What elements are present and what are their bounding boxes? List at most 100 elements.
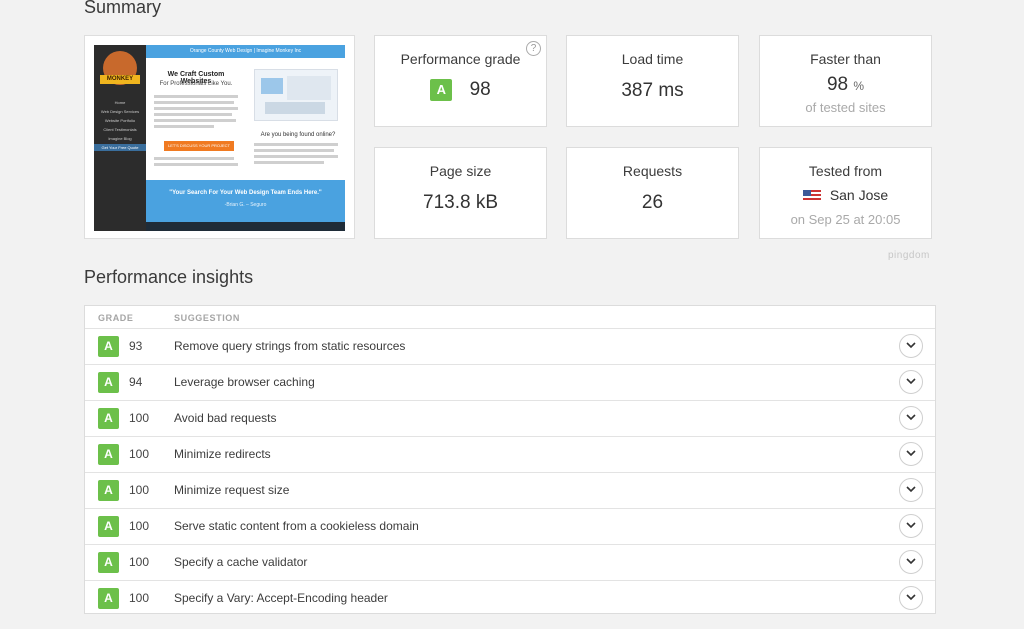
expand-chevron-icon[interactable]	[899, 586, 923, 610]
thumbnail-nav-item: Imagine Blog	[108, 136, 132, 141]
row-score: 100	[129, 555, 150, 569]
thumbnail-text-line	[154, 113, 232, 116]
performance-grade-score: 98	[469, 79, 491, 100]
thumbnail-subheading: For Professionals Like You.	[159, 81, 233, 87]
row-suggestion: Minimize request size	[174, 483, 290, 497]
performance-grade-value-row: A 98	[375, 79, 546, 101]
load-time-label: Load time	[621, 51, 684, 67]
tested-from-date: on Sep 25 at 20:05	[790, 212, 901, 227]
expand-chevron-icon[interactable]	[899, 478, 923, 502]
grade-column-header: GRADE	[98, 313, 134, 323]
tested-from-location: San Jose	[829, 187, 889, 203]
expand-chevron-icon[interactable]	[899, 550, 923, 574]
thumbnail-text-line	[154, 107, 238, 110]
summary-heading: Summary	[84, 0, 162, 17]
row-score: 94	[129, 375, 143, 389]
mockup-block	[287, 76, 331, 100]
faster-than-value-row: 98 %	[760, 74, 931, 96]
thumbnail-device-mockup	[254, 69, 338, 121]
thumbnail-logo-text: MONKEY	[100, 75, 140, 84]
thumbnail-text-line	[154, 101, 234, 104]
faster-than-card: Faster than 98 % of tested sites	[759, 35, 932, 127]
performance-grade-card: ? Performance grade A 98	[374, 35, 547, 127]
grade-badge: A	[98, 516, 119, 537]
thumbnail-quote-author: -Brian G. – Seguro	[224, 202, 267, 208]
grade-badge: A	[98, 408, 119, 429]
table-row[interactable]: A 94 Leverage browser caching	[85, 364, 935, 400]
expand-chevron-icon[interactable]	[899, 406, 923, 430]
thumbnail-footer-strip	[146, 222, 345, 231]
tested-from-location-row: San Jose	[760, 187, 931, 203]
table-row[interactable]: A 100 Avoid bad requests	[85, 400, 935, 436]
thumbnail-text-line	[154, 119, 236, 122]
row-score: 100	[129, 591, 150, 605]
thumbnail-cta-button: LET'S DISCUSS YOUR PROJECT	[164, 141, 234, 151]
thumbnail-text-line	[254, 149, 334, 152]
grade-badge: A	[98, 372, 119, 393]
tested-from-card: Tested from San Jose on Sep 25 at 20:05	[759, 147, 932, 239]
grade-badge: A	[98, 336, 119, 357]
page-size-card: Page size 713.8 kB	[374, 147, 547, 239]
row-score: 100	[129, 519, 150, 533]
row-score: 100	[129, 447, 150, 461]
thumbnail-text-line	[154, 95, 238, 98]
row-suggestion: Serve static content from a cookieless d…	[174, 519, 419, 533]
us-flag-icon	[802, 190, 821, 203]
thumbnail-question: Are you being found online?	[260, 132, 336, 138]
thumbnail-text-line	[154, 157, 234, 160]
performance-grade-label: Performance grade	[400, 51, 521, 67]
thumbnail-nav-item: Client Testimonials	[103, 127, 137, 132]
table-row[interactable]: A 100 Minimize request size	[85, 472, 935, 508]
thumbnail-nav-item: Web Design Services	[100, 109, 140, 114]
mockup-block	[261, 78, 283, 94]
grade-badge: A	[98, 588, 119, 609]
row-suggestion: Specify a cache validator	[174, 555, 308, 569]
faster-than-sub: of tested sites	[805, 100, 886, 115]
grade-badge: A	[430, 79, 453, 101]
row-suggestion: Leverage browser caching	[174, 375, 315, 389]
thumbnail-topbar: Orange County Web Design | Imagine Monke…	[146, 45, 345, 58]
requests-label: Requests	[622, 163, 683, 179]
requests-value: 26	[641, 192, 664, 213]
page-size-label: Page size	[429, 163, 492, 179]
page-size-value: 713.8 kB	[423, 192, 498, 213]
expand-chevron-icon[interactable]	[899, 442, 923, 466]
table-row[interactable]: A 100 Specify a Vary: Accept-Encoding he…	[85, 580, 935, 614]
grade-badge: A	[98, 444, 119, 465]
tested-from-label: Tested from	[808, 163, 883, 179]
row-suggestion: Specify a Vary: Accept-Encoding header	[174, 591, 388, 605]
row-suggestion: Avoid bad requests	[174, 411, 277, 425]
requests-card: Requests 26	[566, 147, 739, 239]
thumbnail-nav-item: Home	[114, 100, 126, 105]
row-suggestion: Remove query strings from static resourc…	[174, 339, 406, 353]
row-score: 100	[129, 483, 150, 497]
row-score: 93	[129, 339, 143, 353]
table-row[interactable]: A 100 Serve static content from a cookie…	[85, 508, 935, 544]
row-score: 100	[129, 411, 150, 425]
website-screenshot-card: MONKEY Home Web Design Services Website …	[84, 35, 355, 239]
table-row[interactable]: A 100 Specify a cache validator	[85, 544, 935, 580]
thumbnail-text-line	[254, 155, 338, 158]
expand-chevron-icon[interactable]	[899, 514, 923, 538]
website-screenshot: MONKEY Home Web Design Services Website …	[94, 45, 345, 231]
row-suggestion: Minimize redirects	[174, 447, 271, 461]
insights-heading: Performance insights	[84, 267, 254, 287]
thumbnail-quote: "Your Search For Your Web Design Team En…	[169, 190, 322, 196]
expand-chevron-icon[interactable]	[899, 334, 923, 358]
load-time-value: 387 ms	[621, 80, 684, 101]
faster-than-unit: %	[853, 79, 865, 93]
thumbnail-text-line	[154, 163, 238, 166]
table-row[interactable]: A 93 Remove query strings from static re…	[85, 328, 935, 364]
thumbnail-nav: Home Web Design Services Website Portfol…	[94, 97, 146, 144]
expand-chevron-icon[interactable]	[899, 370, 923, 394]
pingdom-brand: pingdom	[888, 250, 930, 261]
suggestion-column-header: SUGGESTION	[174, 313, 241, 323]
table-row[interactable]: A 100 Minimize redirects	[85, 436, 935, 472]
load-time-card: Load time 387 ms	[566, 35, 739, 127]
insights-table: GRADE SUGGESTION A 93 Remove query strin…	[84, 305, 936, 614]
grade-badge: A	[98, 552, 119, 573]
thumbnail-text-line	[254, 161, 324, 164]
thumbnail-sidebar: MONKEY Home Web Design Services Website …	[94, 45, 146, 231]
grade-badge: A	[98, 480, 119, 501]
thumbnail-nav-item: Website Portfolio	[104, 118, 136, 123]
